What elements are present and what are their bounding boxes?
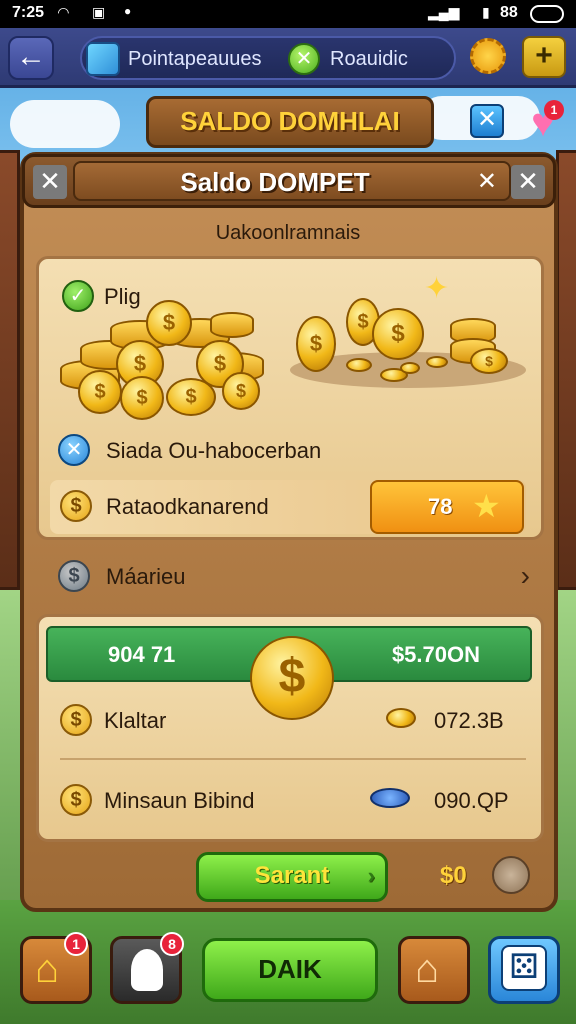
coin-icon: $ [120, 376, 164, 420]
main-action-label: DAIK [258, 954, 322, 984]
cloud [10, 100, 120, 148]
add-button[interactable]: + [522, 36, 566, 78]
background-house [556, 150, 576, 590]
settings-gear-icon[interactable] [470, 38, 506, 74]
dice-icon: ⚄ [501, 945, 547, 991]
plus-icon: + [535, 39, 553, 72]
coin-grey-icon: $ [58, 560, 90, 592]
balance-right-value: $5.70ON [391, 642, 480, 667]
check-icon: ✓ [62, 280, 94, 312]
back-button[interactable]: ← [8, 36, 54, 80]
main-action-button[interactable]: DAIK [202, 938, 378, 1002]
section2-row1-label: Klaltar [104, 708, 167, 733]
home-badge: 1 [64, 932, 88, 956]
reward-value: 78 [428, 494, 453, 519]
coin-icon: $ [166, 378, 216, 416]
wallet-subtitle: Uakoonlramnais [215, 222, 361, 244]
section2-row1-value: 072.3B [434, 708, 504, 733]
coin-icon: $ [78, 370, 122, 414]
action-button[interactable]: Sarant › [196, 852, 388, 902]
screenshot-icon: ▣ [92, 4, 106, 20]
coin-icon: $ [60, 490, 92, 522]
status-right-text: 88 [500, 4, 518, 21]
section1-row2-label: Siada Ou-habocerban [106, 438, 322, 463]
coin-icon [386, 708, 416, 728]
coin-stack [210, 312, 254, 338]
dial-icon[interactable] [492, 856, 530, 894]
battery-saver-icon: ▮ [482, 4, 490, 20]
action-amount: $0 [440, 862, 467, 889]
coin-icon: $ [372, 308, 424, 360]
close-circle-icon: ✕ [58, 434, 90, 466]
shop-button[interactable]: ⌂ [398, 936, 470, 1004]
nav-pill[interactable]: Pointapeauues ✕ Roauidic [80, 36, 456, 80]
close-right-icon[interactable]: ✕ [511, 165, 545, 199]
wallet-title-bar: ✕ Saldo DOMPET ✕ ✕ [22, 154, 556, 208]
nav-pill-label-1: Pointapeauues [128, 48, 262, 70]
status-bar: 7:25 ◠ ▣ ● ▂▄▆ ▮ 88 [0, 0, 576, 28]
nav-pill-label-2: Roauidic [330, 48, 408, 70]
status-time: 7:25 [12, 4, 45, 21]
top-banner: SALDO DOMHLAI [146, 96, 434, 148]
profile-badge: 8 [160, 932, 184, 956]
heart-badge: 1 [544, 100, 564, 120]
house-icon: ⌂ [415, 947, 440, 991]
coin-icon: $ [146, 300, 192, 346]
notification-dot-icon: ● [124, 4, 132, 18]
wifi-icon: ◠ [58, 4, 69, 20]
action-button-label: Sarant [254, 862, 330, 889]
wallet-title: Saldo DOMPET [180, 167, 370, 197]
top-nav: ← Pointapeauues ✕ Roauidic + [0, 28, 576, 88]
mid-row[interactable]: $ Máarieu › [36, 548, 544, 604]
coin-icon [426, 356, 448, 368]
coin-icon [400, 362, 420, 374]
coin-icon: $ [60, 704, 92, 736]
signal-icon: ▂▄▆ [428, 4, 460, 20]
check-icon: ✕ [288, 43, 320, 75]
divider [60, 758, 526, 760]
chevron-right-icon: › [367, 863, 375, 888]
big-coin-icon: $ [250, 636, 334, 720]
blue-chip-icon [370, 788, 410, 808]
section2-row2-label: Minsaun Bibind [104, 788, 255, 813]
coin-icon: $ [470, 348, 508, 374]
section2-row2-value: 090.QP [434, 788, 509, 813]
section1-row1-label: Plig [104, 284, 141, 309]
coin-icon: $ [222, 372, 260, 410]
sparkle-icon: ✦ [424, 272, 450, 305]
cube-icon [86, 42, 120, 76]
reward-value-badge: 78 ★ [370, 480, 524, 534]
dice-button[interactable]: ⚄ [488, 936, 560, 1004]
toggle-icon [530, 5, 564, 23]
home-icon: ⌂ [35, 947, 60, 991]
profile-icon [131, 949, 163, 991]
mid-row-label: Máarieu [106, 564, 186, 589]
close-left-icon[interactable]: ✕ [33, 165, 67, 199]
star-icon: ★ [472, 488, 501, 524]
balance-left-value: 904 71 [108, 642, 176, 667]
wallet-title-plate: Saldo DOMPET ✕ [73, 161, 511, 201]
close-x-button[interactable]: ✕ [470, 104, 504, 138]
chevron-right-icon: › [520, 560, 530, 591]
coin-icon: $ [296, 316, 336, 372]
section1-row3-label: Rataodkanarend [106, 494, 269, 519]
banner-title: SALDO DOMHLAI [180, 106, 400, 136]
close-inner-icon[interactable]: ✕ [477, 167, 497, 197]
background-house [0, 150, 20, 590]
coin-icon: $ [60, 784, 92, 816]
coin-icon [346, 358, 372, 372]
back-arrow-icon: ← [16, 40, 46, 73]
